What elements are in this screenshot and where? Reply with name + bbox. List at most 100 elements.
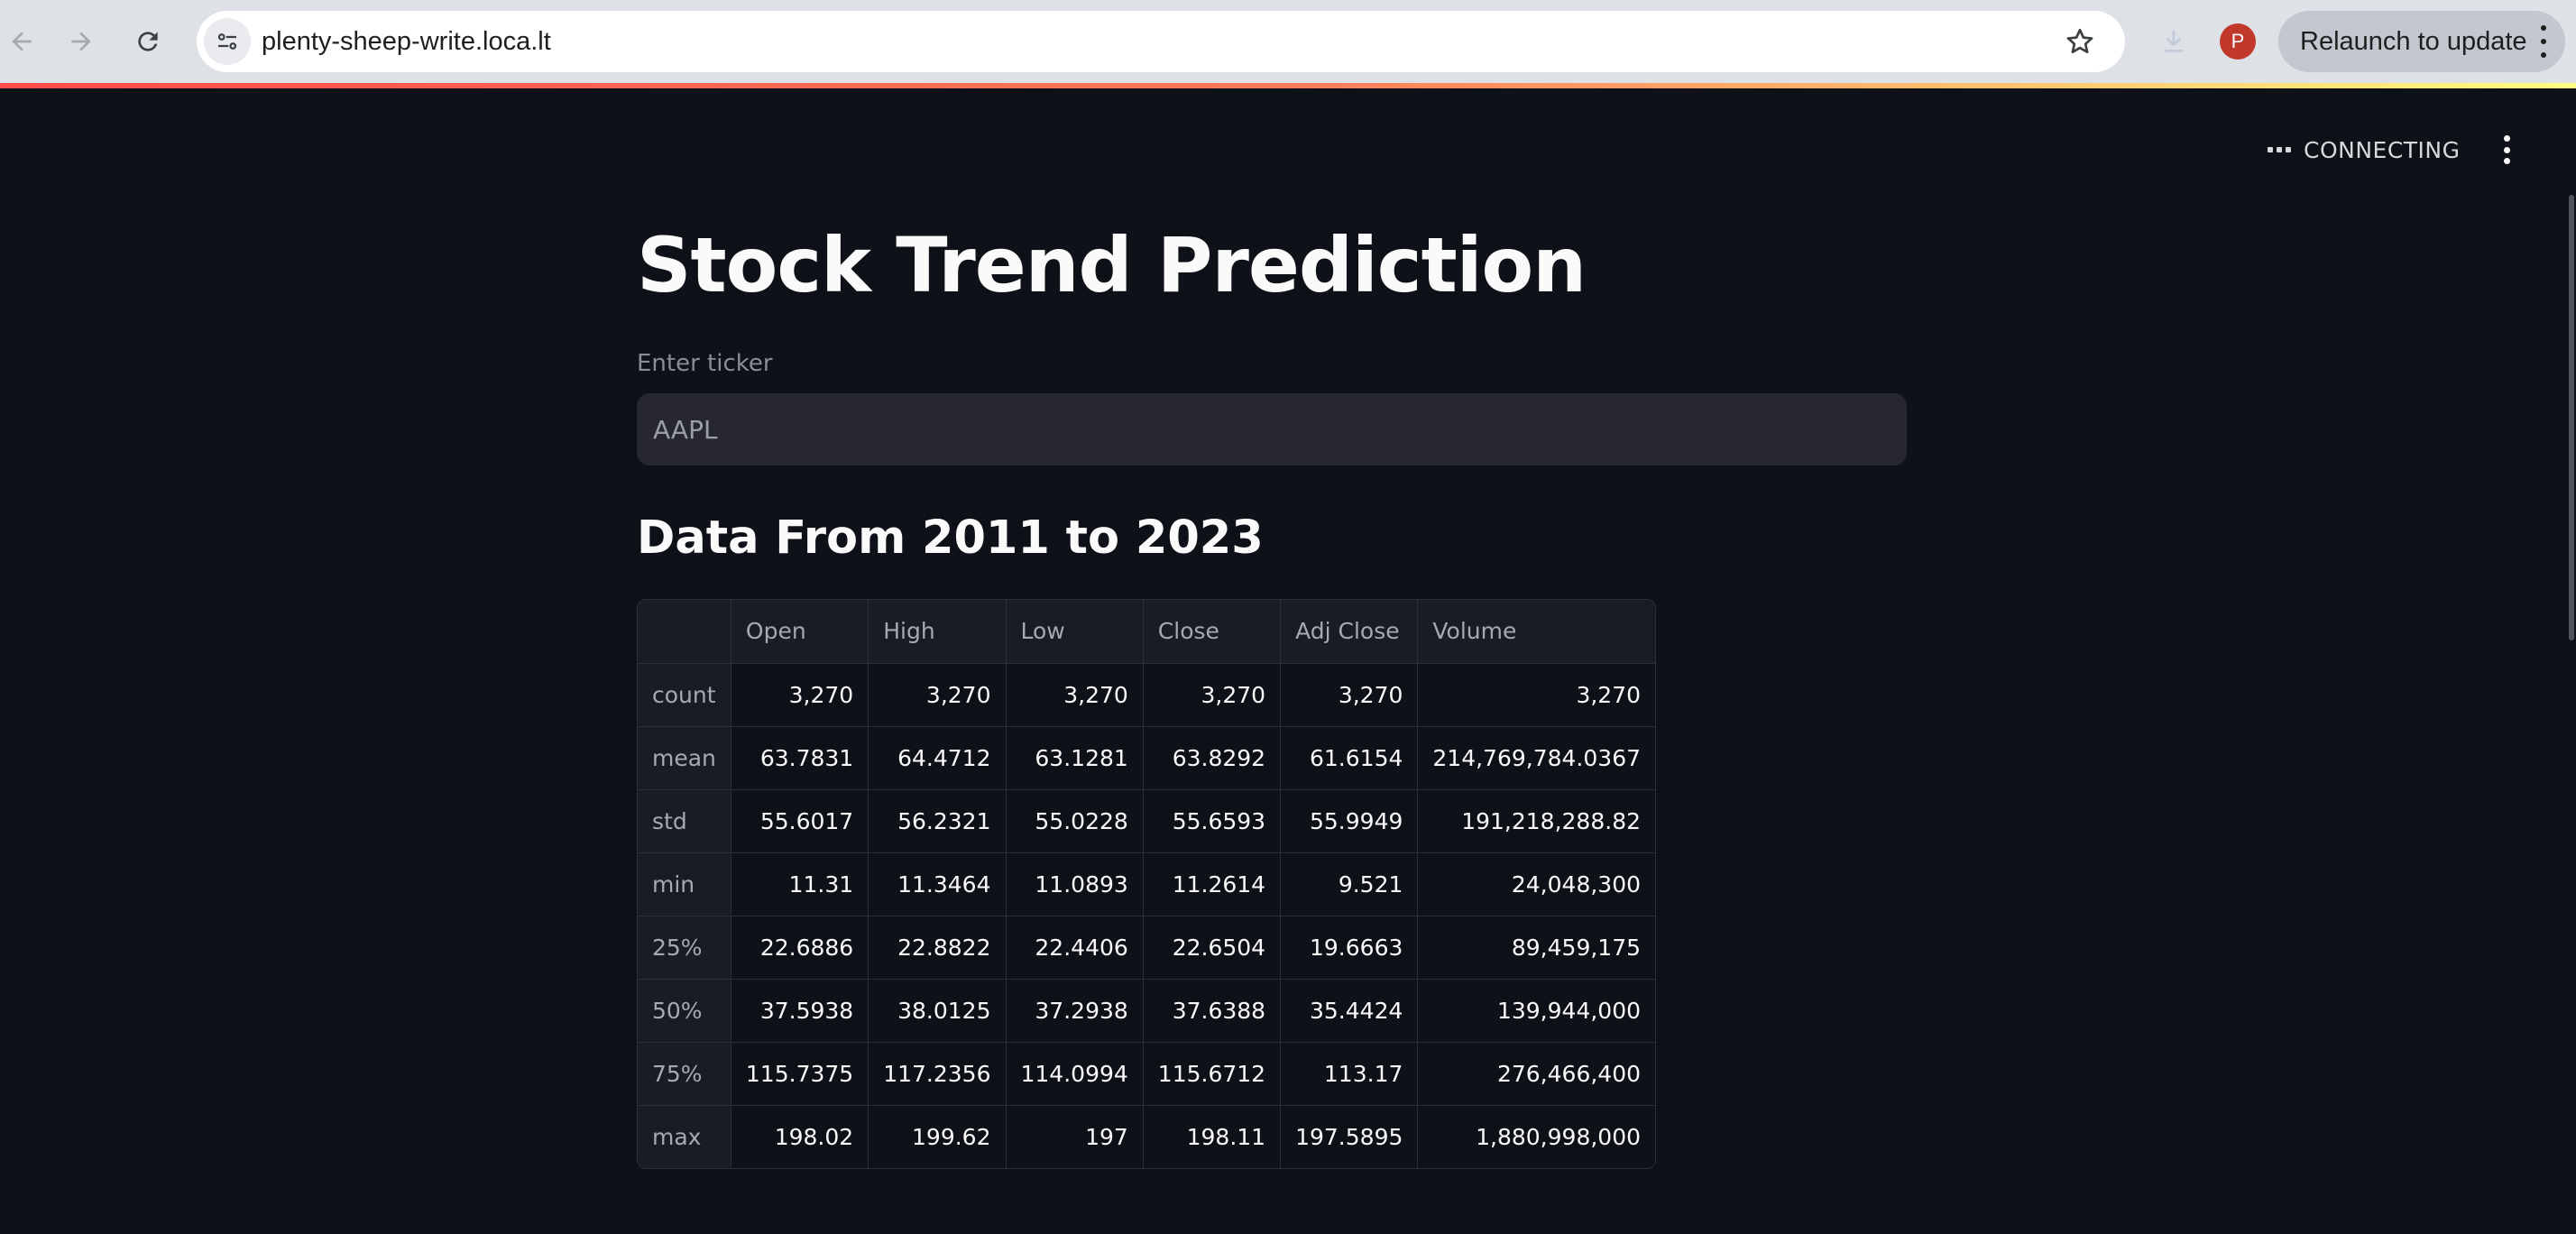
table-cell[interactable]: 11.31 [730,852,869,916]
ellipsis-icon [2268,147,2291,152]
table-cell[interactable]: 115.6712 [1142,1041,1282,1106]
row-label: min [638,852,731,916]
table-row: count 3,270 3,270 3,270 3,270 3,270 3,27… [638,662,1656,727]
relaunch-label: Relaunch to update [2300,26,2527,56]
table-cell[interactable]: 114.0994 [1005,1041,1144,1106]
data-table[interactable]: Open High Low Close Adj Close Volume cou… [637,599,1657,1169]
table-cell[interactable]: 3,270 [1005,662,1144,727]
table-cell[interactable]: 199.62 [868,1104,1007,1168]
connection-status: CONNECTING [2268,132,2461,168]
header-decoration-bar [0,83,2576,88]
bookmark-star-button[interactable] [2062,23,2098,60]
reload-icon [138,32,158,51]
table-cell[interactable]: 11.3464 [868,852,1007,916]
table-cell[interactable]: 56.2321 [868,788,1007,853]
table-cell[interactable]: 115.7375 [730,1041,869,1106]
downloads-button[interactable] [2154,22,2194,61]
back-button[interactable] [0,20,43,63]
table-cell[interactable]: 9.521 [1280,852,1419,916]
table-cell[interactable]: 22.4406 [1005,915,1144,980]
table-cell[interactable]: 55.6593 [1142,788,1282,853]
table-cell[interactable]: 55.9949 [1280,788,1419,853]
column-header[interactable]: Low [1005,600,1144,664]
table-cell[interactable]: 1,880,998,000 [1417,1104,1656,1168]
table-cell[interactable]: 11.2614 [1142,852,1282,916]
table-cell[interactable]: 64.4712 [868,725,1007,790]
table-cell[interactable]: 61.6154 [1280,725,1419,790]
ticker-input[interactable] [637,393,1907,465]
table-cell[interactable]: 276,466,400 [1417,1041,1656,1106]
table-cell[interactable]: 197 [1005,1104,1144,1168]
site-info-button[interactable] [204,18,251,65]
table-cell[interactable]: 63.1281 [1005,725,1144,790]
table-cell[interactable]: 3,270 [1142,662,1282,727]
table-cell[interactable]: 63.8292 [1142,725,1282,790]
table-cell[interactable]: 35.4424 [1280,978,1419,1043]
column-header[interactable]: Open [730,600,869,664]
download-icon [2164,31,2184,52]
profile-avatar[interactable]: P [2220,23,2256,60]
back-arrow-icon [12,32,32,51]
section-title: Data From 2011 to 2023 [637,511,1264,565]
table-cell[interactable]: 214,769,784.0367 [1417,725,1656,790]
table-cell[interactable]: 113.17 [1280,1041,1419,1106]
row-label: count [638,662,731,727]
column-header[interactable]: Adj Close [1280,600,1419,664]
table-cell[interactable]: 24,048,300 [1417,852,1656,916]
table-cell[interactable]: 191,218,288.82 [1417,788,1656,853]
row-label: 75% [638,1041,731,1106]
column-header[interactable]: Close [1142,600,1282,664]
table-row: std 55.6017 56.2321 55.0228 55.6593 55.9… [638,788,1656,853]
address-bar[interactable]: plenty-sheep-write.loca.lt [197,11,2125,72]
row-label: std [638,788,731,853]
table-cell[interactable]: 3,270 [868,662,1007,727]
forward-button[interactable] [60,20,103,63]
table-cell[interactable]: 55.6017 [730,788,869,853]
table-cell[interactable]: 37.2938 [1005,978,1144,1043]
table-cell[interactable]: 117.2356 [868,1041,1007,1106]
site-info-icon [217,33,237,50]
table-cell[interactable]: 11.0893 [1005,852,1144,916]
table-cell[interactable]: 3,270 [730,662,869,727]
star-icon [2066,28,2093,54]
page-title: Stock Trend Prediction [637,221,1587,309]
table-cell[interactable]: 37.6388 [1142,978,1282,1043]
table-cell[interactable]: 22.6504 [1142,915,1282,980]
table-cell[interactable]: 89,459,175 [1417,915,1656,980]
scrollbar[interactable] [2569,195,2574,640]
table-row: mean 63.7831 64.4712 63.1281 63.8292 61.… [638,725,1656,790]
table-cell[interactable]: 197.5895 [1280,1104,1419,1168]
ticker-label: Enter ticker [637,350,773,377]
row-label: 50% [638,978,731,1043]
kebab-menu-icon [2538,25,2549,58]
table-cell[interactable]: 38.0125 [868,978,1007,1043]
status-text: CONNECTING [2304,136,2461,163]
table-cell[interactable]: 198.11 [1142,1104,1282,1168]
table-row: max 198.02 199.62 197 198.11 197.5895 1,… [638,1104,1656,1168]
table-cell[interactable]: 22.8822 [868,915,1007,980]
table-cell[interactable]: 3,270 [1280,662,1419,727]
column-header[interactable]: High [868,600,1007,664]
table-cell[interactable]: 22.6886 [730,915,869,980]
column-header[interactable]: Volume [1417,600,1656,664]
url-text[interactable]: plenty-sheep-write.loca.lt [262,11,551,72]
table-row: 75% 115.7375 117.2356 114.0994 115.6712 … [638,1041,1656,1106]
table-cell[interactable]: 139,944,000 [1417,978,1656,1043]
row-label: max [638,1104,731,1168]
forward-arrow-icon [71,32,91,51]
app-main-menu-button[interactable] [2493,130,2520,170]
relaunch-to-update-button[interactable]: Relaunch to update [2278,11,2565,72]
row-label: 25% [638,915,731,980]
table-cell[interactable]: 3,270 [1417,662,1656,727]
table-cell[interactable]: 55.0228 [1005,788,1144,853]
table-cell[interactable]: 37.5938 [730,978,869,1043]
table-header-row: Open High Low Close Adj Close Volume [638,600,1656,664]
table-cell[interactable]: 198.02 [730,1104,869,1168]
browser-toolbar: plenty-sheep-write.loca.lt P Relaunch to… [0,0,2576,83]
reload-button[interactable] [126,20,170,63]
column-header-index [638,600,731,664]
table-cell[interactable]: 63.7831 [730,725,869,790]
table-row: 25% 22.6886 22.8822 22.4406 22.6504 19.6… [638,915,1656,980]
table-cell[interactable]: 19.6663 [1280,915,1419,980]
table-row: 50% 37.5938 38.0125 37.2938 37.6388 35.4… [638,978,1656,1043]
